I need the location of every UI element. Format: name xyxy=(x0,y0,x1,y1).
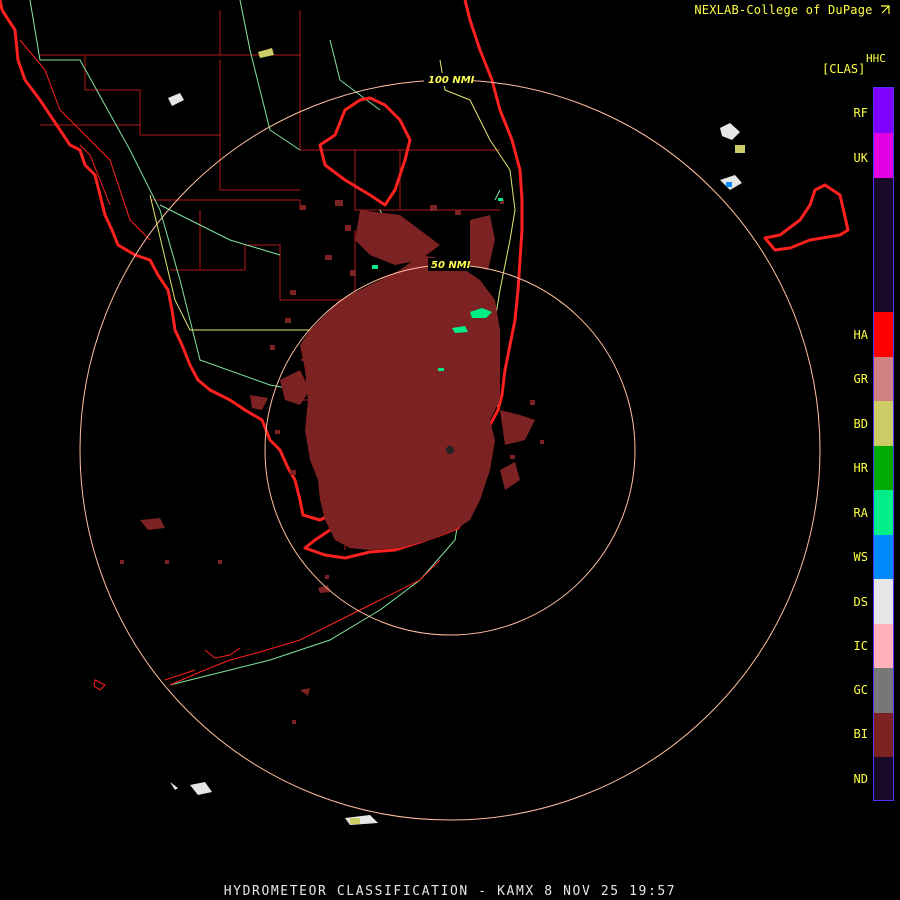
legend-swatch-ic xyxy=(874,624,893,668)
legend-label-gc: GC xyxy=(853,683,868,697)
legend-label-ws: WS xyxy=(853,550,868,564)
map-caption: HYDROMETEOR CLASSIFICATION - KAMX 8 NOV … xyxy=(223,884,677,899)
legend-label-ha: HA xyxy=(853,328,868,342)
legend-swatch-bd xyxy=(874,401,893,446)
cursor-arrow-icon xyxy=(881,5,890,14)
legend-swatch-uk xyxy=(874,133,893,178)
legend-label-ds: DS xyxy=(853,595,868,609)
legend-label-ic: IC xyxy=(853,639,868,653)
legend-swatch-gc xyxy=(874,668,893,713)
legend-swatch-gr xyxy=(874,357,893,401)
legend-swatch-bi xyxy=(874,713,893,757)
legend-swatch-hr xyxy=(874,446,893,490)
ring-label-100: 100 NMI xyxy=(428,75,475,86)
legend-label-uk: UK xyxy=(853,151,868,165)
product-code: HHC xyxy=(866,52,886,65)
legend-label-hr: HR xyxy=(853,461,868,475)
radar-map: 100 NMI 50 NMI xyxy=(0,0,850,825)
ring-label-50: 50 NMI xyxy=(431,260,471,271)
radar-returns-bi xyxy=(140,210,535,696)
legend-label-gr: GR xyxy=(853,372,868,386)
radar-site xyxy=(446,446,454,454)
legend-label-bd: BD xyxy=(853,417,868,431)
legend-swatch-ha xyxy=(874,312,893,357)
credit-text: NEXLAB-College of DuPage xyxy=(694,3,873,17)
legend-label-rf: RF xyxy=(853,106,868,120)
legend-swatch-ra xyxy=(874,490,893,535)
legend-swatch-ds xyxy=(874,579,893,624)
radar-returns-ws xyxy=(726,182,732,187)
product-name: [CLAS] xyxy=(822,62,866,76)
legend-label-bi: BI xyxy=(853,727,868,741)
legend-label-nd: ND xyxy=(853,772,868,786)
legend-swatch-rf xyxy=(874,88,893,133)
legend-label-ra: RA xyxy=(853,506,868,520)
legend-swatch-ws xyxy=(874,535,893,579)
legend-color-bar xyxy=(873,87,894,801)
credit-label: NEXLAB-College of DuPage xyxy=(694,3,890,17)
